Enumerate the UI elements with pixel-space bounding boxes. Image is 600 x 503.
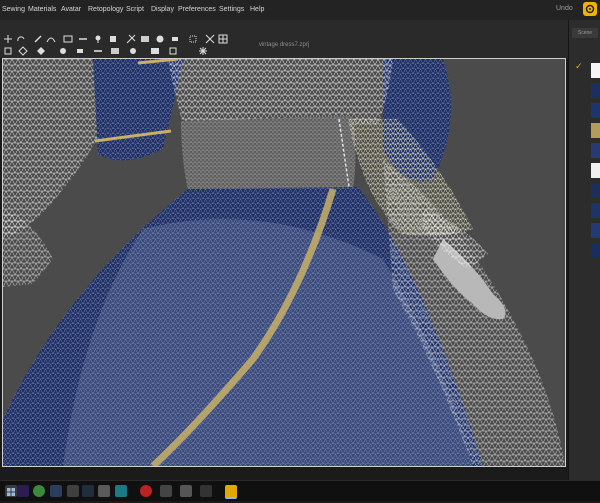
fabric-swatch[interactable] [591, 63, 600, 78]
left-blue-sleeve [93, 59, 183, 161]
menu-display[interactable]: Display [151, 0, 174, 20]
fabric-swatch[interactable] [591, 123, 600, 138]
menu-settings[interactable]: Settings [219, 0, 244, 20]
move-icon[interactable] [3, 34, 13, 44]
rotate-icon[interactable] [16, 34, 26, 44]
menu-help[interactable]: Help [250, 0, 264, 20]
app-icon-4[interactable] [160, 485, 172, 497]
steam-icon[interactable] [50, 485, 62, 497]
puckering-icon[interactable] [36, 46, 46, 56]
fabric-swatch[interactable] [591, 163, 600, 178]
marvelous-icon[interactable] [82, 485, 94, 497]
menu-materials[interactable]: Materials [28, 0, 56, 20]
button-icon[interactable] [155, 34, 165, 44]
buttonhole-icon[interactable] [170, 34, 180, 44]
right-panel: Scene ✓ [568, 20, 600, 480]
app-icon-2[interactable] [115, 485, 127, 497]
fit-icon[interactable] [128, 46, 138, 56]
pin-icon[interactable] [93, 34, 103, 44]
seam-icon[interactable] [63, 34, 73, 44]
line-icon[interactable] [75, 46, 85, 56]
corset-belt [181, 116, 356, 191]
fabric-swatch[interactable] [591, 83, 600, 98]
menu-preferences[interactable]: Preferences [178, 0, 216, 20]
anchor-icon[interactable] [58, 46, 68, 56]
mesh-grid-icon[interactable] [218, 34, 228, 44]
pencil-icon[interactable] [33, 34, 43, 44]
fold-icon[interactable] [140, 34, 150, 44]
garment-render [3, 59, 565, 466]
fabric-swatch[interactable] [591, 103, 600, 118]
menu-sewing[interactable]: Sewing [2, 0, 25, 20]
spread-icon[interactable] [198, 46, 208, 56]
chrome-icon[interactable] [33, 485, 45, 497]
undo-label[interactable]: Undo [556, 5, 573, 12]
fold-arrange-icon[interactable] [168, 46, 178, 56]
toolbar: vintage dress7.zprj [0, 20, 568, 58]
segment-icon[interactable] [78, 34, 88, 44]
fabric-swatch[interactable] [591, 243, 600, 258]
photos-icon[interactable] [67, 485, 79, 497]
marvelous-logo-icon[interactable] [583, 2, 597, 16]
menu-bar: Sewing Materials Avatar Retopology Scrip… [0, 0, 600, 21]
transform-icon[interactable] [18, 46, 28, 56]
taskbar [0, 480, 600, 501]
fabric-swatch[interactable] [591, 203, 600, 218]
app-icon-5[interactable] [180, 485, 192, 497]
edit-curve-icon[interactable] [46, 34, 56, 44]
select-mesh-icon[interactable] [205, 34, 215, 44]
zipper-icon[interactable] [93, 46, 103, 56]
3d-viewport[interactable] [2, 58, 566, 467]
menu-retopology[interactable]: Retopology [88, 0, 123, 20]
link-icon[interactable] [150, 46, 160, 56]
menu-avatar[interactable]: Avatar [61, 0, 81, 20]
app-icon-3[interactable] [140, 485, 152, 497]
tab-scene[interactable]: Scene [572, 28, 598, 38]
marvelous-designer-icon[interactable] [225, 485, 237, 499]
scale-icon[interactable] [3, 46, 13, 56]
fabric-swatch[interactable] [591, 143, 600, 158]
fabric-swatch[interactable] [591, 183, 600, 198]
arrange-icon[interactable] [110, 46, 120, 56]
topstitch-icon[interactable] [188, 34, 198, 44]
point-icon[interactable] [108, 34, 118, 44]
bodice-white [168, 59, 393, 124]
windows-start-icon[interactable] [5, 485, 17, 497]
premiere-icon[interactable] [17, 485, 29, 497]
check-icon: ✓ [575, 61, 583, 71]
app-icon-6[interactable] [200, 485, 212, 497]
fabric-swatch[interactable] [591, 223, 600, 238]
menu-script[interactable]: Script [126, 0, 144, 20]
tack-icon[interactable] [126, 34, 136, 44]
app-icon-1[interactable] [98, 485, 110, 497]
